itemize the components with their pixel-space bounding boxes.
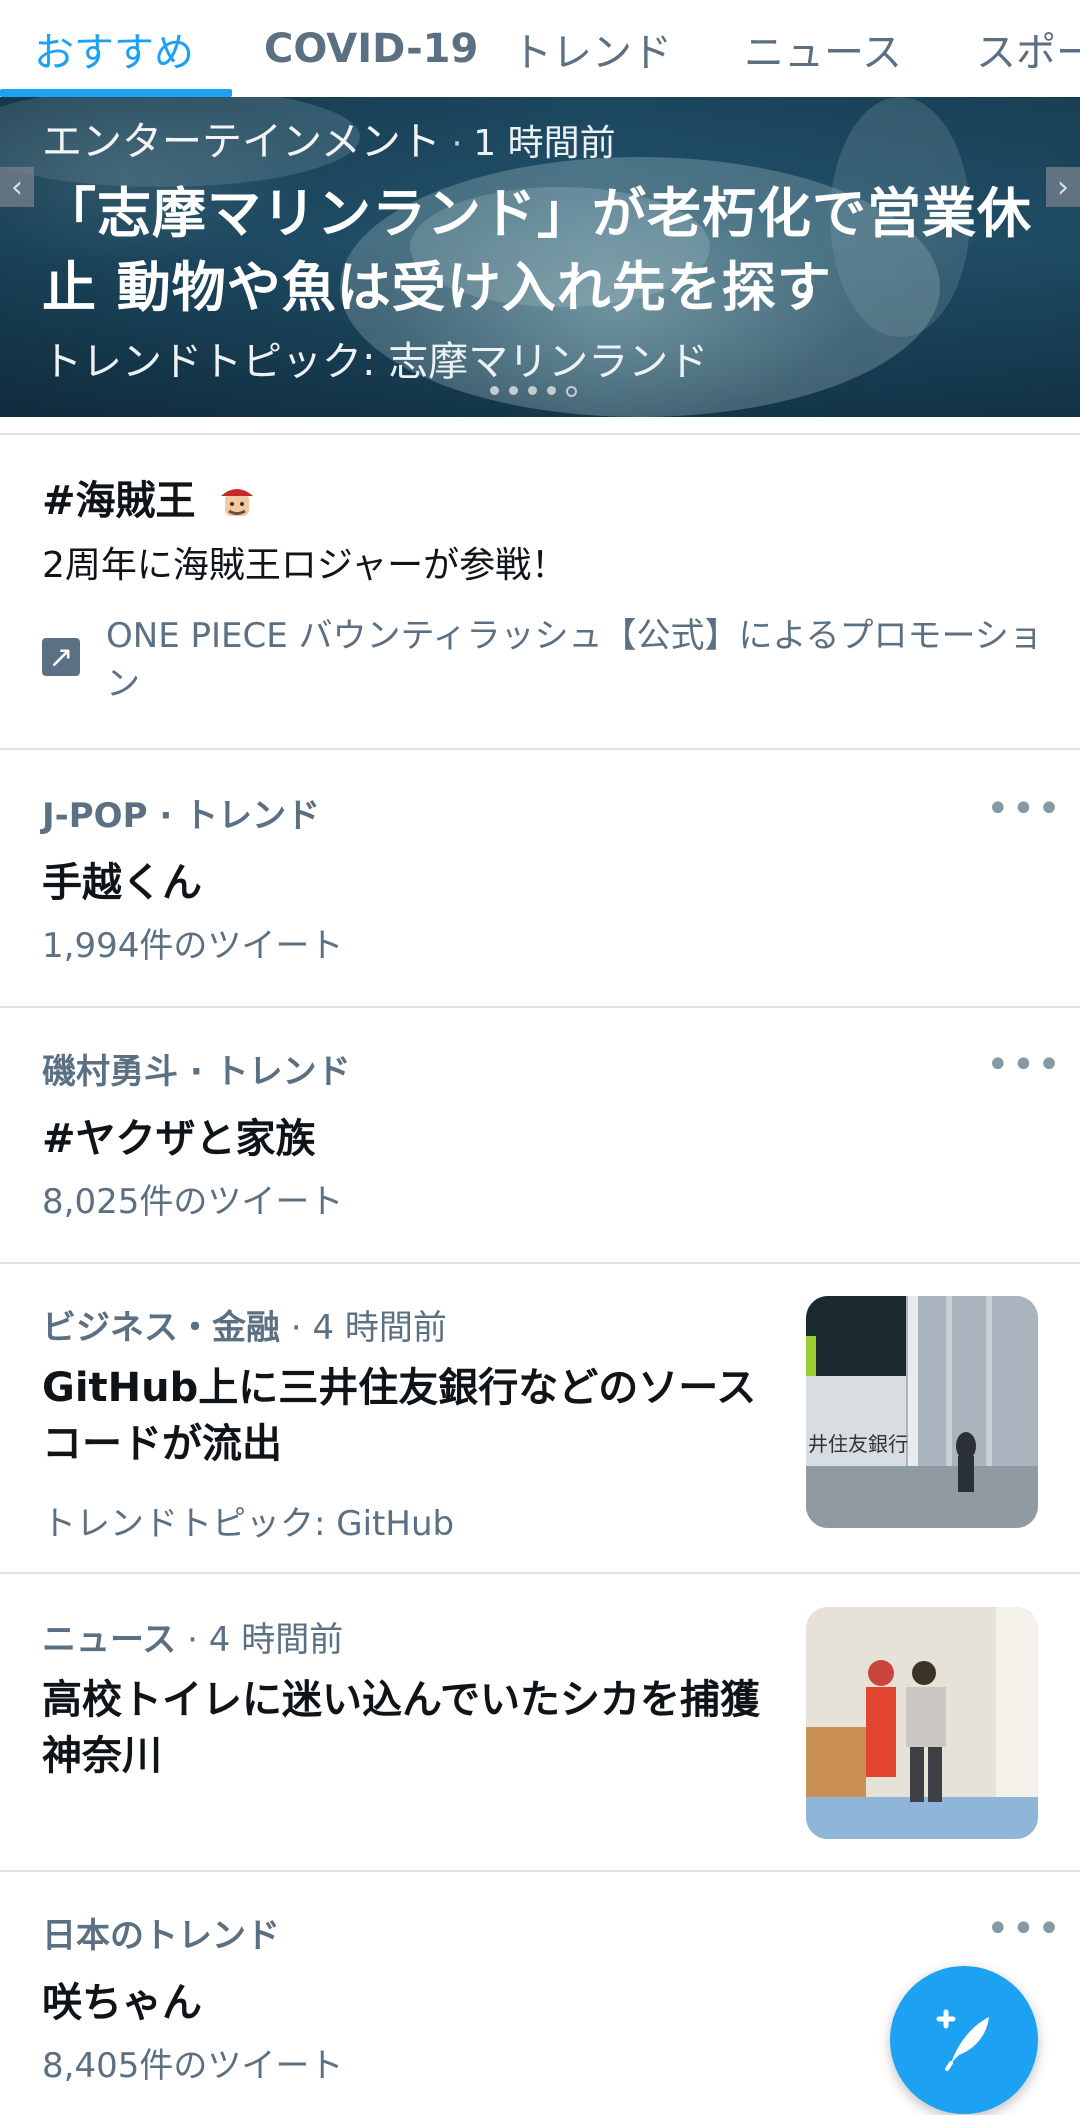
trend-title[interactable]: #ヤクザと家族	[42, 1106, 316, 1164]
chevron-right-icon: ›	[1057, 169, 1069, 205]
news-thumbnail[interactable]: 井住友銀行	[806, 1296, 1038, 1528]
divider	[0, 1006, 1080, 1008]
hero-time: 1 時間前	[473, 123, 616, 164]
more-options-icon[interactable]: •••	[986, 1042, 1063, 1088]
hero-topic: トレンドトピック: 志摩マリンランド	[42, 339, 709, 385]
carousel-next-button[interactable]: ›	[1046, 167, 1080, 207]
carousel-dot[interactable]	[509, 386, 518, 395]
thumbnail-caption: 井住友銀行	[808, 1432, 908, 1456]
tweet-count: 1,994件のツイート	[42, 926, 344, 966]
news-headline[interactable]: GitHub上に三井住友銀行などのソースコードが流出	[42, 1360, 772, 1472]
divider	[0, 1572, 1080, 1574]
hero-meta: エンターテインメント · 1 時間前	[42, 119, 616, 165]
tab-recommended[interactable]: おすすめ	[34, 0, 194, 97]
explore-tabs: おすすめ COVID-19 トレンド ニュース スポー	[0, 0, 1080, 97]
promoted-by[interactable]: ONE PIECE バウンティラッシュ【公式】によるプロモーション	[106, 612, 1066, 708]
news-headline[interactable]: 高校トイレに迷い込んでいたシカを捕獲 神奈川	[42, 1672, 772, 1784]
tab-trends[interactable]: トレンド	[512, 0, 672, 97]
carousel-dot[interactable]	[528, 386, 537, 395]
active-tab-indicator	[0, 89, 232, 97]
hero-category: エンターテインメント	[42, 119, 441, 165]
carousel-dot-active[interactable]	[566, 386, 577, 397]
deer-capture-image	[806, 1607, 1038, 1839]
compose-tweet-icon	[936, 2009, 989, 2071]
chevron-left-icon: ‹	[11, 169, 23, 205]
trend-title[interactable]: 手越くん	[42, 850, 202, 908]
tweet-count: 8,025件のツイート	[42, 1182, 344, 1222]
tweet-count: 8,405件のツイート	[42, 2046, 344, 2086]
more-options-icon[interactable]: •••	[986, 786, 1063, 832]
news-meta: ニュース · 4 時間前	[42, 1620, 344, 1660]
trend-category: J-POP · トレンド	[42, 796, 321, 836]
carousel-pagination	[490, 386, 577, 397]
news-time: 4 時間前	[312, 1308, 447, 1348]
more-options-icon[interactable]: •••	[986, 1906, 1063, 1952]
tab-news[interactable]: ニュース	[744, 0, 902, 97]
tab-covid19[interactable]: COVID-19	[264, 0, 478, 97]
promoted-trend-title[interactable]: #海賊王	[42, 468, 257, 526]
bank-building-image	[806, 1296, 1038, 1528]
hero-headline[interactable]: 「志摩マリンランド」が老朽化で営業休止 動物や魚は受け入れ先を探す	[42, 177, 1032, 325]
promoted-description: 2周年に海賊王ロジャーが参戦！	[42, 545, 568, 586]
pirate-emoji-icon	[221, 489, 254, 516]
trend-category: 磯村勇斗 · トレンド	[42, 1052, 351, 1092]
news-topic: トレンドトピック: GitHub	[42, 1504, 455, 1544]
promoted-hashtag[interactable]: #海賊王	[42, 478, 196, 524]
news-thumbnail[interactable]	[806, 1607, 1038, 1839]
divider	[0, 748, 1080, 750]
carousel-dot[interactable]	[547, 386, 556, 395]
carousel-prev-button[interactable]: ‹	[0, 167, 34, 207]
hero-carousel[interactable]: エンターテインメント · 1 時間前 「志摩マリンランド」が老朽化で営業休止 動…	[0, 97, 1080, 417]
trend-category: 日本のトレンド	[42, 1916, 280, 1956]
news-time: 4 時間前	[208, 1620, 344, 1660]
divider	[0, 1262, 1080, 1264]
news-category: ニュース	[42, 1620, 177, 1660]
compose-tweet-button[interactable]	[890, 1966, 1038, 2114]
promoted-arrow-icon: ↗	[42, 638, 80, 676]
trend-title[interactable]: 咲ちゃん	[42, 1970, 202, 2028]
divider	[0, 433, 1080, 435]
divider	[0, 1870, 1080, 1872]
news-meta: ビジネス・金融 · 4 時間前	[42, 1308, 447, 1348]
tab-sports[interactable]: スポー	[976, 0, 1080, 97]
news-category: ビジネス・金融	[42, 1308, 280, 1348]
carousel-dot[interactable]	[490, 386, 499, 395]
